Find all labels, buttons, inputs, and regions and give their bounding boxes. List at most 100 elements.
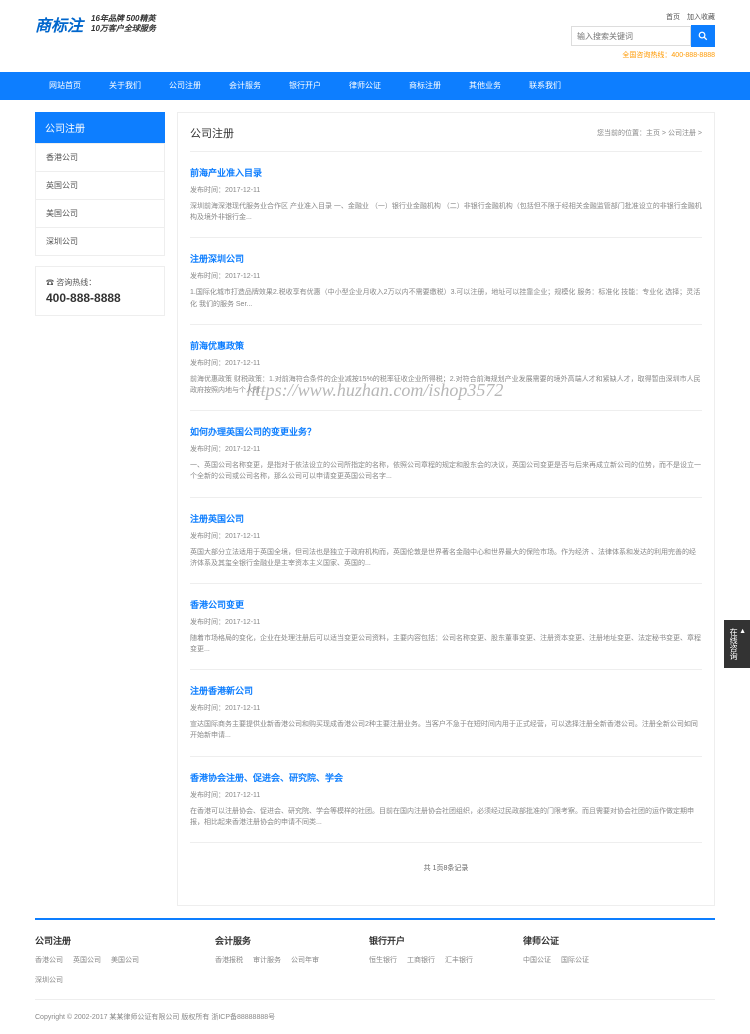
nav-home[interactable]: 网站首页 — [35, 72, 95, 100]
sidebar-category-list: 香港公司 英国公司 美国公司 深圳公司 — [35, 143, 165, 256]
contact-tel: 400-888-8888 — [46, 291, 154, 305]
content-header: 公司注册 您当前的位置：主页 > 公司注册 > — [190, 125, 702, 152]
logo-area: 商标注 16年品牌 500精英 10万客户全球服务 — [35, 12, 156, 36]
nav-contact[interactable]: 联系我们 — [515, 72, 575, 100]
article-item: 如何办理英国公司的变更业务？ 发布时间：2017-12-11 一、英国公司名称变… — [190, 411, 702, 497]
hotline-tel: 400-888-8888 — [671, 52, 715, 59]
side-float-consult[interactable]: 在线咨询 — [724, 620, 750, 668]
slogan-line1: 16年品牌 500精英 — [91, 14, 156, 24]
article-item: 前海产业准入目录 发布时间：2017-12-11 深圳前海深港现代服务业合作区 … — [190, 152, 702, 238]
slogan-line2: 10万客户全球服务 — [91, 24, 156, 34]
copyright: Copyright © 2002-2017 某某律师公证有限公司 版权所有 浙I… — [35, 1014, 275, 1021]
article-desc: 英国大部分立法适用于英国全境，但司法也是独立于政府机构而，英国伦敦是世界著名金融… — [190, 547, 702, 569]
footer-columns: 公司注册 香港公司英国公司美国公司深圳公司 会计服务 香港报税审计服务公司年审 … — [35, 934, 715, 985]
breadcrumb: 您当前的位置：主页 > 公司注册 > — [597, 128, 702, 138]
article-item: 注册香港新公司 发布时间：2017-12-11 宣达国际商务主要提供业新香港公司… — [190, 670, 702, 756]
footer-col: 银行开户 恒生银行工商银行汇丰银行 — [369, 934, 473, 985]
top-link-favorite[interactable]: 加入收藏 — [687, 14, 715, 21]
logo[interactable]: 商标注 — [35, 12, 83, 36]
footer-link[interactable]: 香港公司 — [35, 955, 63, 965]
article-date: 发布时间：2017-12-11 — [190, 271, 702, 281]
footer-link[interactable]: 审计服务 — [253, 955, 281, 965]
article-title[interactable]: 前海产业准入目录 — [190, 166, 702, 179]
footer-col-links: 香港报税审计服务公司年审 — [215, 955, 319, 965]
footer-col-title: 会计服务 — [215, 934, 319, 947]
footer-col: 会计服务 香港报税审计服务公司年审 — [215, 934, 319, 985]
search-input[interactable] — [571, 26, 691, 46]
sidebar-title: 公司注册 — [35, 112, 165, 143]
sidebar: 公司注册 香港公司 英国公司 美国公司 深圳公司 咨询热线： 400-888-8… — [35, 112, 165, 906]
footer-bottom: Copyright © 2002-2017 某某律师公证有限公司 版权所有 浙I… — [35, 999, 715, 1034]
contact-box: 咨询热线： 400-888-8888 — [35, 266, 165, 316]
sidebar-item-sz[interactable]: 深圳公司 — [36, 228, 164, 255]
footer-link[interactable]: 公司年审 — [291, 955, 319, 965]
footer-col: 律师公证 中国公证国际公证 — [523, 934, 589, 985]
article-date: 发布时间：2017-12-11 — [190, 703, 702, 713]
footer-col-links: 中国公证国际公证 — [523, 955, 589, 965]
hotline: 全国咨询热线：400-888-8888 — [622, 50, 715, 60]
nav-accounting[interactable]: 会计服务 — [215, 72, 275, 100]
article-item: 注册深圳公司 发布时间：2017-12-11 1.国际化城市打造品牌效果2.税收… — [190, 238, 702, 324]
article-desc: 在香港可以注册协会、促进会、研究院、学会等模样的社团。目前在国内注册协会社团组织… — [190, 806, 702, 828]
slogan: 16年品牌 500精英 10万客户全球服务 — [91, 14, 156, 35]
article-date: 发布时间：2017-12-11 — [190, 617, 702, 627]
footer-link[interactable]: 深圳公司 — [35, 975, 63, 985]
article-date: 发布时间：2017-12-11 — [190, 185, 702, 195]
article-title[interactable]: 前海优惠政策 — [190, 339, 702, 352]
article-item: 注册英国公司 发布时间：2017-12-11 英国大部分立法适用于英国全境，但司… — [190, 498, 702, 584]
article-list: 前海产业准入目录 发布时间：2017-12-11 深圳前海深港现代服务业合作区 … — [190, 152, 702, 843]
article-date: 发布时间：2017-12-11 — [190, 444, 702, 454]
article-desc: 随着市场格局的变化，企业在处理注册后可以适当变更公司资料，主要内容包括：公司名称… — [190, 633, 702, 655]
article-desc: 前海优惠政策 财税政策：1.对前海符合条件的企业减按15%的税率征收企业所得税；… — [190, 374, 702, 396]
pagination: 共 1页8条记录 — [190, 843, 702, 893]
contact-label: 咨询热线： — [46, 277, 154, 288]
article-title[interactable]: 注册英国公司 — [190, 512, 702, 525]
article-desc: 宣达国际商务主要提供业新香港公司和购买现成香港公司2种主要注册业务。当客户不急于… — [190, 719, 702, 741]
article-item: 香港公司变更 发布时间：2017-12-11 随着市场格局的变化，企业在处理注册… — [190, 584, 702, 670]
nav-lawyer[interactable]: 律师公证 — [335, 72, 395, 100]
footer-col: 公司注册 香港公司英国公司美国公司深圳公司 — [35, 934, 165, 985]
header: 商标注 16年品牌 500精英 10万客户全球服务 首页 加入收藏 — [35, 0, 715, 72]
page-title: 公司注册 — [190, 125, 234, 141]
sidebar-item-hk[interactable]: 香港公司 — [36, 144, 164, 172]
nav-bank[interactable]: 银行开户 — [275, 72, 335, 100]
article-date: 发布时间：2017-12-11 — [190, 790, 702, 800]
nav-about[interactable]: 关于我们 — [95, 72, 155, 100]
footer-top: 公司注册 香港公司英国公司美国公司深圳公司 会计服务 香港报税审计服务公司年审 … — [35, 918, 715, 999]
top-links: 首页 加入收藏 — [661, 12, 715, 22]
search-button[interactable] — [691, 25, 715, 47]
search-area — [571, 25, 715, 47]
article-desc: 深圳前海深港现代服务业合作区 产业准入目录 一、金融业 （一）银行业金融机构 （… — [190, 201, 702, 223]
article-title[interactable]: 注册深圳公司 — [190, 252, 702, 265]
article-title[interactable]: 香港公司变更 — [190, 598, 702, 611]
top-link-home[interactable]: 首页 — [666, 14, 680, 21]
footer-link[interactable]: 英国公司 — [73, 955, 101, 965]
nav-other[interactable]: 其他业务 — [455, 72, 515, 100]
sidebar-item-uk[interactable]: 英国公司 — [36, 172, 164, 200]
main-content: 公司注册 香港公司 英国公司 美国公司 深圳公司 咨询热线： 400-888-8… — [35, 100, 715, 918]
nav-register[interactable]: 公司注册 — [155, 72, 215, 100]
article-desc: 1.国际化城市打造品牌效果2.税收享有优惠（中小型企业月收入2万以内不需要缴税）… — [190, 287, 702, 309]
article-date: 发布时间：2017-12-11 — [190, 531, 702, 541]
article-item: 前海优惠政策 发布时间：2017-12-11 前海优惠政策 财税政策：1.对前海… — [190, 325, 702, 411]
footer-col-links: 恒生银行工商银行汇丰银行 — [369, 955, 473, 965]
footer-link[interactable]: 汇丰银行 — [445, 955, 473, 965]
article-title[interactable]: 香港协会注册、促进会、研究院、学会 — [190, 771, 702, 784]
footer-link[interactable]: 中国公证 — [523, 955, 551, 965]
nav-list: 网站首页 关于我们 公司注册 会计服务 银行开户 律师公证 商标注册 其他业务 … — [35, 72, 715, 100]
footer-link[interactable]: 美国公司 — [111, 955, 139, 965]
nav-trademark[interactable]: 商标注册 — [395, 72, 455, 100]
article-title[interactable]: 注册香港新公司 — [190, 684, 702, 697]
footer-link[interactable]: 恒生银行 — [369, 955, 397, 965]
article-title[interactable]: 如何办理英国公司的变更业务？ — [190, 425, 702, 438]
search-icon — [698, 31, 708, 41]
main-nav: 网站首页 关于我们 公司注册 会计服务 银行开户 律师公证 商标注册 其他业务 … — [0, 72, 750, 100]
sidebar-item-us[interactable]: 美国公司 — [36, 200, 164, 228]
footer-col-title: 律师公证 — [523, 934, 589, 947]
footer-col-links: 香港公司英国公司美国公司深圳公司 — [35, 955, 165, 985]
footer-link[interactable]: 国际公证 — [561, 955, 589, 965]
footer-link[interactable]: 香港报税 — [215, 955, 243, 965]
article-desc: 一、英国公司名称变更，是指对于依法设立的公司所指定的名称，依照公司章程的规定和股… — [190, 460, 702, 482]
footer-link[interactable]: 工商银行 — [407, 955, 435, 965]
footer-col-title: 银行开户 — [369, 934, 473, 947]
